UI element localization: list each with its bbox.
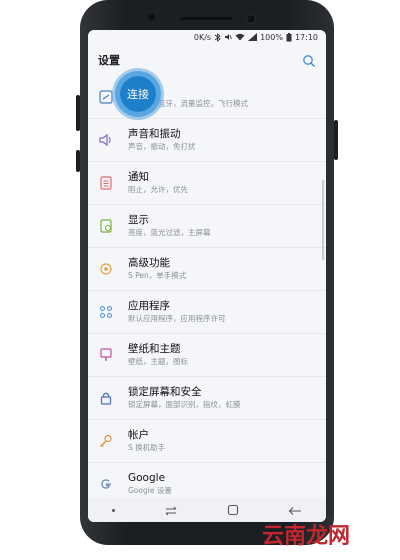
wifi-icon [235, 33, 245, 41]
recent-apps-icon[interactable] [164, 501, 178, 520]
back-icon[interactable] [288, 501, 302, 520]
search-icon[interactable] [302, 53, 316, 67]
item-subtitle: 阻止，允许，优先 [128, 185, 188, 194]
settings-item-wallpaper[interactable]: 壁纸和主题 壁纸，主题，图标 [88, 334, 326, 377]
settings-list: 连接 WLAN，蓝牙，流量监控，飞行模式 声音和振动 声音，振动，免打扰 通知 … [88, 76, 326, 505]
item-title: 应用程序 [128, 300, 170, 312]
camera-sensor [246, 14, 256, 24]
volume-button [76, 95, 80, 131]
item-subtitle: S 换机助手 [128, 443, 166, 452]
iris-sensor [148, 14, 155, 21]
display-icon [98, 218, 114, 234]
item-title: 声音和振动 [128, 128, 181, 140]
watermark-part2: 龙网 [306, 524, 351, 549]
item-subtitle: 亮度，蓝光过滤，主屏幕 [128, 228, 211, 237]
item-title: Google [128, 472, 166, 484]
item-subtitle: 壁纸，主题，图标 [128, 357, 188, 366]
item-title: 壁纸和主题 [128, 343, 181, 355]
signal-icon [248, 33, 258, 41]
mute-icon [224, 33, 232, 41]
home-icon[interactable] [227, 501, 239, 520]
page-title: 设置 [98, 54, 120, 67]
notification-icon [98, 175, 114, 191]
item-subtitle: Google 设置 [128, 486, 172, 495]
item-title: 通知 [128, 171, 149, 183]
watermark: 云南龙网 [262, 518, 350, 550]
item-subtitle: 声音，振动，免打扰 [128, 142, 196, 151]
scroll-indicator [322, 180, 324, 260]
google-icon [98, 476, 114, 492]
battery-level: 100% [260, 32, 283, 42]
advanced-icon [98, 261, 114, 277]
account-icon [98, 433, 114, 449]
wallpaper-icon [98, 347, 114, 363]
dot-icon [112, 508, 116, 512]
bixby-button [76, 150, 80, 172]
power-button [334, 120, 338, 160]
lock-icon [98, 390, 114, 406]
item-title: 帐户 [128, 429, 149, 441]
settings-item-sound[interactable]: 声音和振动 声音，振动，免打扰 [88, 119, 326, 162]
earpiece [180, 17, 232, 20]
item-title: 高级功能 [128, 257, 170, 269]
sound-icon [98, 132, 114, 148]
item-subtitle: 锁定屏幕，面部识别，指纹，虹膜 [128, 400, 241, 409]
apps-icon [98, 304, 114, 320]
settings-item-lock-security[interactable]: 锁定屏幕和安全 锁定屏幕，面部识别，指纹，虹膜 [88, 377, 326, 420]
settings-item-advanced[interactable]: 高级功能 S Pen，单手模式 [88, 248, 326, 291]
item-title: 锁定屏幕和安全 [128, 386, 202, 398]
battery-icon [286, 32, 292, 42]
settings-item-display[interactable]: 显示 亮度，蓝光过滤，主屏幕 [88, 205, 326, 248]
item-title: 显示 [128, 214, 149, 226]
tap-label: 连接 [127, 88, 149, 101]
item-subtitle: 默认应用程序，应用程序许可 [128, 314, 226, 323]
clock: 17:10 [294, 32, 318, 42]
settings-item-apps[interactable]: 应用程序 默认应用程序，应用程序许可 [88, 291, 326, 334]
settings-item-accounts[interactable]: 帐户 S 换机助手 [88, 420, 326, 463]
watermark-part1: 云南 [262, 524, 307, 549]
item-subtitle: S Pen，单手模式 [128, 271, 187, 280]
settings-item-notifications[interactable]: 通知 阻止，允许，优先 [88, 162, 326, 205]
bluetooth-icon [214, 32, 221, 42]
network-speed: 0K/s [193, 32, 212, 42]
tap-indicator: 连接 [112, 68, 164, 120]
status-bar: 0K/s 100% 17:10 [88, 30, 326, 44]
